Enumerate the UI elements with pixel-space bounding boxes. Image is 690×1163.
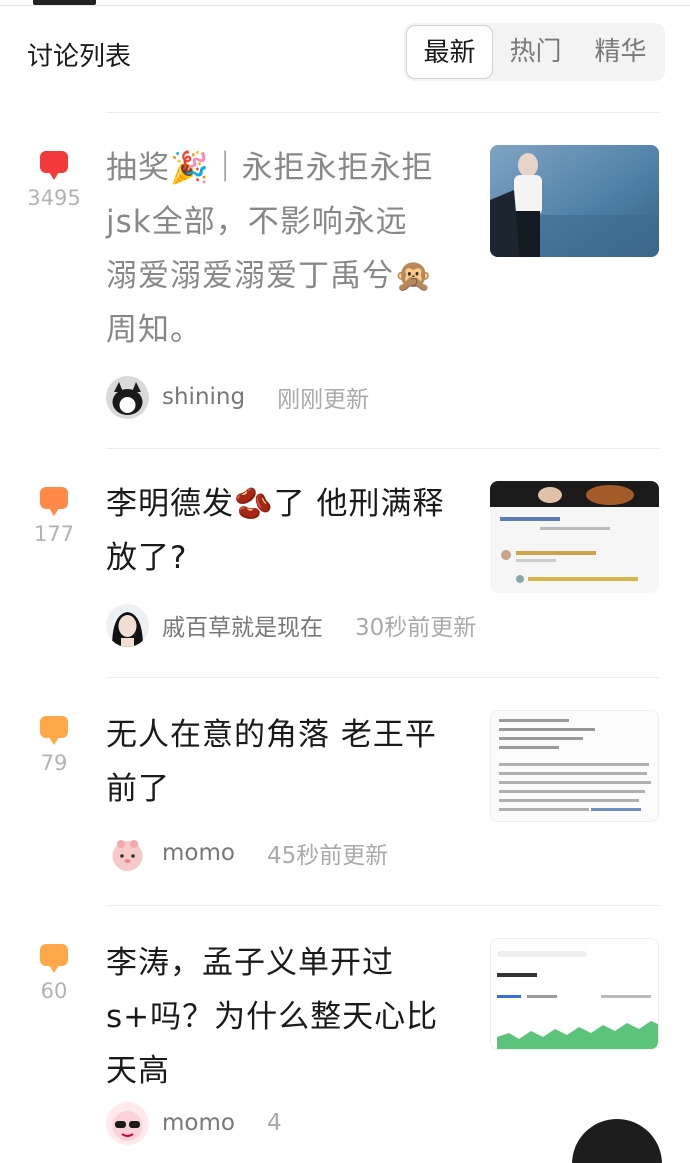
page-title: 讨论列表 <box>27 42 132 72</box>
screenshot-icon <box>490 481 659 593</box>
avatar[interactable] <box>106 1101 149 1145</box>
discussion-header: 讨论列表 最新 热门 精华 <box>0 22 690 84</box>
chart-icon <box>491 939 658 1049</box>
update-time: 30秒前更新 <box>355 615 477 641</box>
discussion-list: 3495 抽奖🎉｜永拒永拒永拒jsk全部，不影响永远溺爱溺爱溺爱丁禹兮🙊 周知。 <box>0 112 690 1163</box>
reply-count: 177 <box>33 522 75 546</box>
reply-count: 60 <box>40 979 68 1003</box>
comment-bubble-icon <box>40 487 68 516</box>
author-name[interactable]: momo <box>162 1110 235 1136</box>
list-item[interactable]: 177 李明德发🫘了 他刑满释放了? 戚百草就是现在 30秒前更新 <box>34 448 659 677</box>
list-item[interactable]: 60 李涛，孟子义单开过s+吗？为什么整天心比天高 momo 4 <box>40 905 659 1163</box>
comment-bubble-icon <box>40 716 68 745</box>
top-divider <box>0 5 690 6</box>
list-item[interactable]: 79 无人在意的角落 老王平前了 momo 45秒前更新 <box>40 677 659 905</box>
update-time: 45秒前更新 <box>266 843 389 869</box>
post-meta: shining 刚刚更新 <box>106 375 369 419</box>
post-thumbnail[interactable] <box>490 145 659 257</box>
reply-count: 79 <box>40 751 68 775</box>
reply-count-badge: 177 <box>34 487 74 546</box>
tab-featured[interactable]: 精华 <box>578 25 663 79</box>
post-title[interactable]: 李明德发🫘了 他刑满释放了? <box>106 477 446 585</box>
author-name[interactable]: momo <box>162 840 235 866</box>
post-meta: momo 4 <box>106 1101 282 1145</box>
comment-bubble-icon <box>40 151 68 180</box>
post-title[interactable]: 李涛，孟子义单开过s+吗？为什么整天心比天高 <box>106 936 446 1098</box>
comment-bubble-icon <box>40 944 68 973</box>
post-title[interactable]: 无人在意的角落 老王平前了 <box>106 708 446 816</box>
post-thumbnail[interactable] <box>490 710 659 822</box>
reply-count: 3495 <box>27 186 81 210</box>
update-time: 刚刚更新 <box>277 387 370 413</box>
avatar[interactable] <box>106 831 149 875</box>
list-item[interactable]: 3495 抽奖🎉｜永拒永拒永拒jsk全部，不影响永远溺爱溺爱溺爱丁禹兮🙊 周知。 <box>27 112 659 448</box>
reply-count-badge: 60 <box>37 944 71 1003</box>
reply-count-badge: 3495 <box>27 151 81 210</box>
sort-tabs: 最新 热门 精华 <box>404 23 665 81</box>
tab-latest[interactable]: 最新 <box>406 25 493 79</box>
post-meta: momo 45秒前更新 <box>106 831 388 875</box>
author-name[interactable]: shining <box>162 384 245 410</box>
photo-icon <box>490 145 659 257</box>
post-meta: 戚百草就是现在 30秒前更新 <box>106 603 476 647</box>
post-title[interactable]: 抽奖🎉｜永拒永拒永拒jsk全部，不影响永远溺爱溺爱溺爱丁禹兮🙊 周知。 <box>106 141 436 357</box>
post-thumbnail[interactable] <box>490 938 659 1050</box>
post-thumbnail[interactable] <box>490 481 659 593</box>
text-card-icon <box>491 711 658 821</box>
avatar[interactable] <box>106 375 149 419</box>
reply-count-badge: 79 <box>37 716 71 775</box>
author-name[interactable]: 戚百草就是现在 <box>162 608 323 642</box>
avatar[interactable] <box>106 603 149 647</box>
update-time: 4 <box>266 1110 282 1136</box>
tab-hot[interactable]: 热门 <box>493 25 578 79</box>
